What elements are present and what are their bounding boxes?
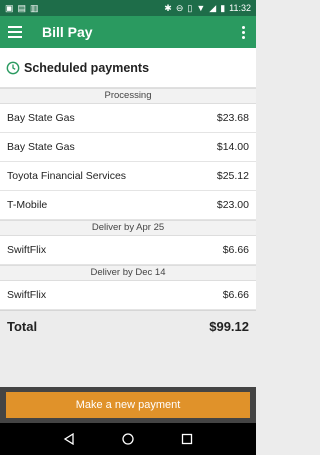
payment-amount: $23.68: [216, 112, 249, 124]
more-options-icon[interactable]: [238, 25, 248, 39]
payment-amount: $6.66: [222, 289, 249, 301]
total-label: Total: [7, 319, 38, 334]
payment-row[interactable]: SwiftFlix $6.66: [0, 281, 256, 310]
payment-amount: $25.12: [216, 170, 249, 182]
group-header: Processing: [0, 88, 256, 104]
payments-content: Scheduled payments Processing Bay State …: [0, 48, 256, 342]
payee-name: Bay State Gas: [7, 112, 75, 124]
app-notification-icon: ▣: [5, 2, 14, 13]
group-header: Deliver by Dec 14: [0, 265, 256, 281]
payment-row[interactable]: Bay State Gas $23.68: [0, 104, 256, 133]
signal-icon: ◢: [209, 2, 217, 13]
clock-text: 11:32: [229, 3, 251, 13]
payee-name: SwiftFlix: [7, 289, 47, 301]
action-bar: Make a new payment: [0, 387, 256, 423]
total-value: $99.12: [209, 319, 249, 334]
recents-icon[interactable]: [180, 432, 194, 446]
download-notification-icon: ▥: [30, 2, 39, 13]
payment-row[interactable]: Bay State Gas $14.00: [0, 133, 256, 162]
back-icon[interactable]: [62, 432, 76, 446]
app-bar: Bill Pay: [0, 16, 256, 48]
dnd-icon: ⊖: [175, 2, 184, 13]
page-title: Bill Pay: [42, 24, 93, 40]
payee-name: Bay State Gas: [7, 141, 75, 153]
system-nav-bar: [0, 423, 256, 455]
payment-amount: $14.00: [216, 141, 249, 153]
notification-icons: ▣ ▤ ▥: [5, 2, 39, 13]
payee-name: T-Mobile: [7, 199, 48, 211]
section-title: Scheduled payments: [24, 60, 150, 75]
image-notification-icon: ▤: [17, 2, 27, 13]
payment-row[interactable]: T-Mobile $23.00: [0, 191, 256, 220]
system-icons: ✱ ⊖ ▯ ▼ ◢ ▮ 11:32: [164, 3, 251, 13]
wifi-icon: ▼: [196, 2, 206, 13]
payee-name: Toyota Financial Services: [7, 170, 127, 182]
menu-icon[interactable]: [8, 22, 28, 42]
home-icon[interactable]: [121, 432, 135, 446]
vibrate-icon: ▯: [187, 2, 193, 13]
battery-icon: ▮: [220, 2, 226, 13]
make-new-payment-button[interactable]: Make a new payment: [6, 392, 250, 418]
payment-amount: $6.66: [222, 244, 249, 256]
clock-icon: [6, 61, 20, 74]
status-bar: ▣ ▤ ▥ ✱ ⊖ ▯ ▼ ◢ ▮ 11:32: [0, 0, 256, 16]
section-header: Scheduled payments: [0, 48, 256, 88]
group-header: Deliver by Apr 25: [0, 220, 256, 236]
total-row: Total $99.12: [0, 310, 256, 342]
payee-name: SwiftFlix: [7, 244, 47, 256]
bluetooth-icon: ✱: [164, 2, 172, 13]
payment-row[interactable]: SwiftFlix $6.66: [0, 236, 256, 265]
payment-amount: $23.00: [216, 199, 249, 211]
payment-row[interactable]: Toyota Financial Services $25.12: [0, 162, 256, 191]
